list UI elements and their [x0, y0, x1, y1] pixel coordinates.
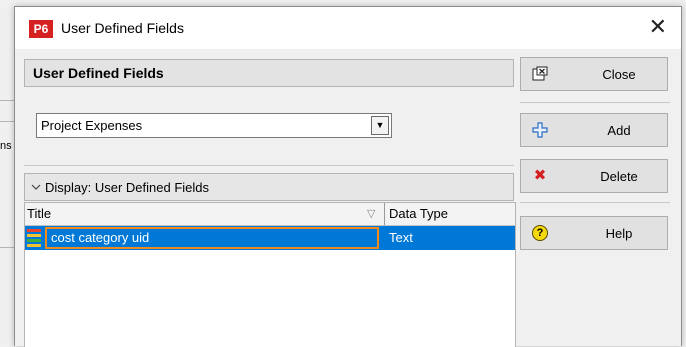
title-bar: P6 User Defined Fields ✕: [15, 7, 681, 49]
close-button-label: Close: [602, 67, 636, 82]
section-divider: [24, 165, 514, 166]
help-button-label: Help: [605, 226, 633, 241]
sort-indicator-icon: ▽: [367, 208, 376, 220]
add-button-label: Add: [607, 123, 631, 138]
subject-area-select[interactable]: Project Expenses ▼: [36, 113, 392, 138]
background-window-edge: [0, 121, 14, 122]
background-text-fragment: ns: [0, 140, 12, 152]
subject-area-value: Project Expenses: [41, 118, 143, 133]
display-options-bar[interactable]: Display: User Defined Fields: [24, 173, 514, 201]
user-defined-fields-dialog: P6 User Defined Fields ✕ User Defined Fi…: [14, 6, 682, 347]
data-type-cell: Text: [389, 230, 413, 245]
dropdown-arrow-icon[interactable]: ▼: [371, 116, 389, 135]
help-question-icon: ?: [532, 225, 548, 241]
close-window-icon: [532, 66, 548, 81]
table-header: Title ▽ Data Type: [25, 203, 515, 226]
title-cell-value: cost category uid: [51, 230, 150, 245]
p6-app-icon: P6: [29, 20, 53, 38]
panel-title: User Defined Fields: [33, 65, 164, 81]
udf-row-icon: [27, 229, 41, 247]
plus-outline-icon: [532, 122, 548, 138]
display-options-label: Display: User Defined Fields: [45, 180, 210, 195]
close-button[interactable]: Close: [520, 57, 668, 91]
column-resize-handle[interactable]: [384, 203, 385, 225]
window-title: User Defined Fields: [61, 20, 184, 36]
title-cell-editor[interactable]: cost category uid: [45, 227, 379, 249]
help-glyph: ?: [536, 227, 544, 239]
red-x-icon: ✖: [533, 167, 547, 184]
delete-button[interactable]: ✖ Delete: [520, 159, 668, 193]
button-separator: [520, 202, 670, 203]
delete-button-label: Delete: [600, 169, 638, 184]
button-separator: [520, 102, 670, 103]
table-row[interactable]: cost category uid Text: [25, 226, 515, 250]
column-header-data-type[interactable]: Data Type: [389, 206, 448, 221]
chevron-down-icon: [31, 184, 41, 190]
panel-header: User Defined Fields: [24, 59, 514, 87]
window-close-icon[interactable]: ✕: [649, 14, 667, 40]
background-window-edge: [0, 247, 14, 248]
udf-table: Title ▽ Data Type cost category uid Text: [24, 202, 516, 347]
column-header-title[interactable]: Title: [27, 206, 51, 221]
add-button[interactable]: Add: [520, 113, 668, 147]
background-window-edge: [0, 100, 14, 101]
help-button[interactable]: ? Help: [520, 216, 668, 250]
